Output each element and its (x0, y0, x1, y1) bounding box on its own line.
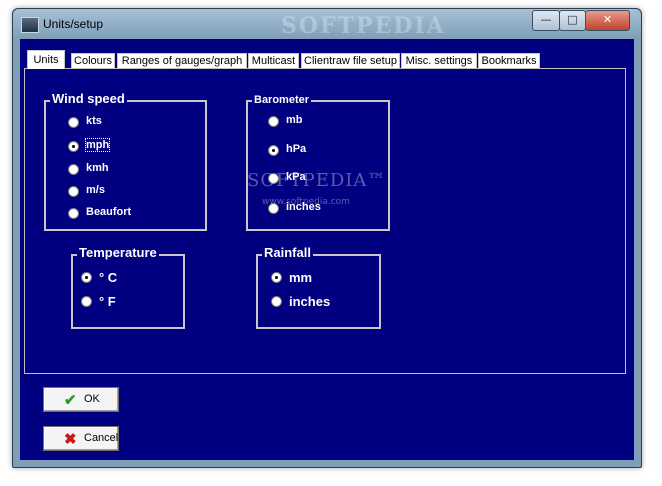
tab-bookmarks[interactable]: Bookmarks (478, 53, 540, 69)
baro-mb-label: mb (286, 114, 303, 126)
rain-mm-label: mm (289, 270, 313, 285)
tab-units[interactable]: Units (27, 50, 65, 69)
rain-inches-label: inches (289, 294, 331, 309)
close-icon: ✕ (602, 13, 613, 26)
rainfall-group: Rainfall mm inches (256, 245, 381, 329)
wind-ms-label: m/s (86, 184, 105, 196)
minimize-button[interactable]: — (532, 10, 560, 31)
wind-beaufort-label: Beaufort (86, 206, 132, 218)
minimize-icon: — (540, 13, 552, 26)
radio-button-icon (271, 272, 282, 283)
tab-ranges-of-gauges-graph[interactable]: Ranges of gauges/graph (117, 53, 247, 69)
checkmark-icon: ✔ (64, 392, 77, 409)
temperature-group: Temperature ° C ° F (71, 245, 185, 329)
radio-button-icon (68, 117, 79, 128)
maximize-button[interactable]: □ (559, 10, 586, 31)
radio-button-icon (268, 145, 279, 156)
wind-kts-label: kts (86, 115, 102, 127)
wind-speed-group: Wind speed kts mph kmh m/s Beaufort (44, 91, 207, 231)
x-icon: ✖ (64, 431, 77, 448)
ok-button-label: OK (84, 393, 100, 405)
softpedia-url-watermark: www.softpedia.com (262, 197, 350, 207)
temp-fahrenheit-label: ° F (99, 294, 116, 309)
wind-speed-title: Wind speed (50, 91, 127, 106)
wind-mph-label: mph (84, 138, 111, 152)
maximize-icon: □ (567, 13, 578, 26)
radio-button-icon (271, 296, 282, 307)
softpedia-watermark: SOFTPEDIA™ (247, 170, 387, 191)
barometer-group: Barometer mb hPa kPa inches (246, 94, 390, 231)
temperature-title: Temperature (77, 245, 159, 260)
rainfall-title: Rainfall (262, 245, 313, 260)
radio-button-icon (268, 116, 279, 127)
close-button[interactable]: ✕ (585, 10, 630, 31)
cancel-button[interactable]: ✖ Cancel (43, 426, 119, 451)
radio-button-icon (68, 208, 79, 219)
ok-button[interactable]: ✔ OK (43, 387, 119, 412)
baro-hpa-label: hPa (286, 143, 307, 155)
tab-misc-settings[interactable]: Misc. settings (401, 53, 477, 69)
title-bar[interactable]: Units/setup SOFTPEDIA — □ ✕ (13, 9, 641, 39)
app-icon (21, 17, 39, 33)
radio-button-icon (81, 272, 92, 283)
title-watermark: SOFTPEDIA (281, 13, 446, 39)
tab-clientraw-file-setup[interactable]: Clientraw file setup (301, 53, 400, 69)
radio-button-icon (68, 164, 79, 175)
temp-celsius-label: ° C (99, 270, 118, 285)
wind-kmh-label: kmh (86, 162, 109, 174)
window-title: Units/setup (43, 17, 104, 31)
radio-button-icon (68, 141, 79, 152)
tab-colours[interactable]: Colours (71, 53, 115, 69)
barometer-title: Barometer (252, 94, 312, 106)
radio-button-icon (81, 296, 92, 307)
radio-button-icon (68, 186, 79, 197)
cancel-button-label: Cancel (84, 432, 119, 444)
tab-multicast[interactable]: Multicast (248, 53, 299, 69)
